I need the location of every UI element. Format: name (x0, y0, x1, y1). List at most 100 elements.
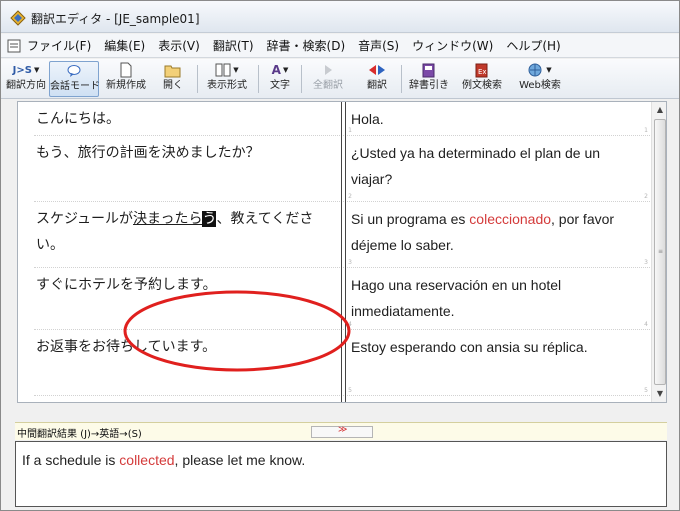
source-row[interactable]: もう、旅行の計画を決めましたか？ 2 (34, 136, 354, 202)
new-button[interactable]: 新規作成 (103, 61, 149, 97)
open-label: 開く (163, 80, 183, 91)
source-pane[interactable]: こんにちは。 1 もう、旅行の計画を決めましたか？ 2 スケジュールが決まったら… (34, 102, 354, 402)
row-number: 2 (644, 193, 648, 200)
row-number: 3 (644, 259, 648, 266)
app-window: 翻訳エディタ - [JE_sample01] ファイル(F) 編集(E) 表示(… (0, 0, 680, 511)
web-search-icon: ▼ (513, 61, 567, 79)
target-row[interactable]: Estoy esperando con ansia su réplica. 5 (349, 330, 650, 396)
toolbar-separator (197, 65, 198, 93)
target-row[interactable]: ¿Usted ya ha determinado el plan de un v… (349, 136, 650, 202)
translation-editor[interactable]: こんにちは。 1 もう、旅行の計画を決めましたか？ 2 スケジュールが決まったら… (17, 101, 667, 403)
direction-icon: J>S ▼ (12, 64, 40, 76)
target-row[interactable]: Si un programa es coleccionado, por favo… (349, 202, 650, 268)
dictionary-label: 辞書引き (409, 80, 449, 91)
row-number: 4 (644, 321, 648, 328)
translate-all-button: 全翻訳 (307, 61, 349, 97)
toolbar-separator (401, 65, 402, 93)
row-number: 5 (644, 387, 648, 394)
dictionary-button[interactable]: 辞書引き (405, 61, 453, 97)
web-search-button[interactable]: ▼ Web検索 (513, 61, 567, 97)
highlighted-word: coleccionado (469, 211, 552, 227)
toolbar: J>S ▼ 翻訳方向 会話モード 新規作成 開く ▼ 表示形式 A ▼ 文字 全… (1, 59, 679, 99)
intermediate-result-header: 中間翻訳結果 (J)→英語→(S) ≫ (15, 422, 667, 440)
cursor-selection: う (202, 211, 217, 227)
scroll-up-arrow-icon[interactable]: ▲ (652, 102, 666, 118)
source-row[interactable]: こんにちは。 1 (34, 102, 354, 136)
source-text: こんにちは。 (36, 111, 120, 127)
intermediate-result-title: 中間翻訳結果 (J)→英語→(S) (17, 429, 142, 440)
scroll-down-arrow-icon[interactable]: ▼ (652, 386, 666, 402)
source-part: スケジュールが (36, 211, 134, 227)
toolbar-separator (258, 65, 259, 93)
menu-bar: ファイル(F) 編集(E) 表示(V) 翻訳(T) 辞書・検索(D) 音声(S)… (1, 34, 679, 58)
open-folder-icon (153, 61, 193, 79)
display-format-label: 表示形式 (207, 80, 247, 91)
target-text: Si un programa es coleccionado, por favo… (351, 206, 643, 258)
new-doc-icon (103, 61, 149, 79)
translate-button[interactable]: 翻訳 (359, 61, 395, 97)
source-text: お返事をお待ちしています。 (36, 339, 217, 355)
web-search-label: Web検索 (519, 80, 561, 91)
translate-icon (359, 61, 395, 79)
app-icon (10, 10, 26, 26)
conversation-mode-label: 会話モード (50, 81, 100, 92)
translate-label: 翻訳 (367, 80, 387, 91)
source-text: スケジュールが決まったらう、教えてください。 (36, 206, 336, 258)
font-icon: A ▼ (271, 63, 289, 77)
source-row[interactable]: スケジュールが決まったらう、教えてください。 3 (34, 202, 354, 268)
example-search-label: 例文検索 (462, 80, 502, 91)
vertical-scrollbar[interactable]: ▲ ≡ ▼ (651, 102, 666, 402)
text-label: 文字 (270, 80, 290, 91)
target-pane[interactable]: Hola. 1 ¿Usted ya ha determinado el plan… (349, 102, 650, 402)
target-row[interactable]: Hago una reservación en un hotel inmedia… (349, 268, 650, 330)
text-button[interactable]: A ▼ 文字 (263, 61, 297, 97)
menu-edit[interactable]: 編集(E) (104, 37, 145, 54)
target-text: Estoy esperando con ansia su réplica. (351, 339, 588, 355)
open-button[interactable]: 開く (153, 61, 193, 97)
grip-icon: ≡ (658, 248, 664, 255)
source-row[interactable]: すぐにホテルを予約します。 4 (34, 268, 354, 330)
scroll-thumb[interactable]: ≡ (654, 119, 666, 385)
source-text: すぐにホテルを予約します。 (36, 277, 217, 293)
example-search-icon: Ex (455, 61, 509, 79)
toolbar-separator (301, 65, 302, 93)
source-text: もう、旅行の計画を決めましたか？ (36, 145, 260, 161)
menu-dictionary-search[interactable]: 辞書・検索(D) (267, 37, 346, 54)
intermediate-result-box[interactable]: If a schedule is collected, please let m… (15, 441, 667, 507)
direction-label: 翻訳方向 (6, 80, 46, 91)
title-bar: 翻訳エディタ - [JE_sample01] (1, 1, 679, 33)
window-title: 翻訳エディタ - [JE_sample01] (31, 12, 200, 26)
source-row[interactable]: お返事をお待ちしています。 5 (34, 330, 354, 396)
chevron-down-icon: ≫ (338, 425, 348, 435)
collapse-toggle-button[interactable]: ≫ (311, 425, 373, 438)
target-row[interactable]: Hola. 1 (349, 102, 650, 136)
conversation-mode-button[interactable]: 会話モード (49, 61, 100, 97)
menu-file[interactable]: ファイル(F) (27, 37, 91, 54)
pane-divider[interactable] (341, 102, 346, 402)
target-text: Hago una reservación en un hotel inmedia… (351, 277, 562, 319)
display-format-button[interactable]: ▼ 表示形式 (201, 61, 253, 97)
menu-window[interactable]: ウィンドウ(W) (412, 37, 493, 54)
target-part: Si un programa es (351, 211, 470, 227)
conversation-icon (50, 62, 98, 80)
direction-button[interactable]: J>S ▼ 翻訳方向 (5, 61, 47, 97)
new-label: 新規作成 (106, 80, 146, 91)
intermediate-part: , please let me know. (174, 452, 306, 468)
translate-all-icon (307, 61, 349, 79)
example-search-button[interactable]: Ex 例文検索 (455, 61, 509, 97)
intermediate-part: If a schedule is (22, 452, 120, 468)
display-format-icon: ▼ (201, 61, 253, 79)
dictionary-icon (405, 61, 453, 79)
menu-help[interactable]: ヘルプ(H) (506, 37, 560, 54)
highlighted-word: collected (119, 452, 175, 468)
menu-view[interactable]: 表示(V) (158, 37, 200, 54)
underlined-phrase: 決まったら (133, 211, 203, 227)
menu-voice[interactable]: 音声(S) (358, 37, 399, 54)
svg-text:Ex: Ex (478, 68, 487, 76)
row-number: 1 (644, 127, 648, 134)
menu-translate[interactable]: 翻訳(T) (213, 37, 254, 54)
document-icon[interactable] (7, 39, 21, 53)
target-text: ¿Usted ya ha determinado el plan de un v… (351, 145, 601, 187)
translate-all-label: 全翻訳 (313, 80, 343, 91)
intermediate-result-text: If a schedule is collected, please let m… (22, 452, 305, 468)
